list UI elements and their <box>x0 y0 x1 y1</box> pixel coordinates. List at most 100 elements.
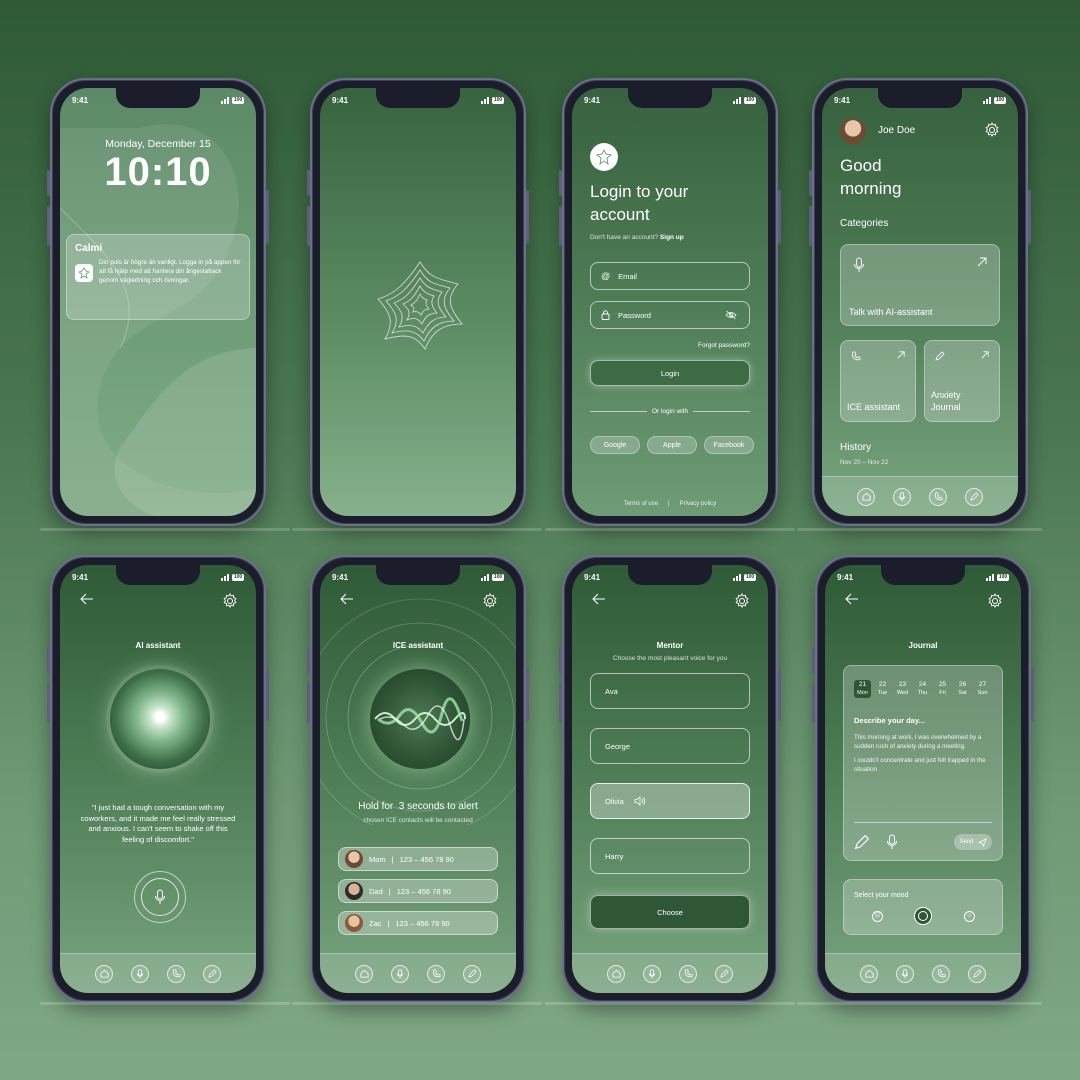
ice-contact-row[interactable]: Dad | 123 – 456 78 90 <box>338 879 498 903</box>
google-login-button[interactable]: Google <box>590 436 640 454</box>
pencil-icon[interactable] <box>854 834 870 850</box>
ice-contact-row[interactable]: Mom | 123 – 456 78 90 <box>338 847 498 871</box>
ai-card-label: Talk with AI-assistant <box>849 307 933 317</box>
nav-phone-button[interactable] <box>167 964 185 983</box>
nav-home-button[interactable] <box>95 964 113 983</box>
day-selector: 21 Mon 22 Tue 23 Wed 24 Thu 25 Fri 26 Sat 27 Su… <box>854 680 994 698</box>
voice-option-selected[interactable]: Olivia <box>590 783 750 819</box>
microphone-icon[interactable] <box>886 834 898 850</box>
status-icons: 100 <box>986 573 1009 581</box>
nav-phone-button[interactable] <box>427 964 445 983</box>
nav-mic-button[interactable] <box>893 487 911 506</box>
phone-journal: 9:41 100 Journal 21 Mon 22 Tue 23 Wed 24 Thu… <box>812 555 1034 1003</box>
voice-option[interactable]: Harry <box>590 838 750 874</box>
nav-phone-button[interactable] <box>679 964 697 983</box>
settings-gear-icon[interactable] <box>734 593 750 609</box>
microphone-icon <box>396 968 404 978</box>
contact-avatar <box>345 882 363 900</box>
back-arrow-icon[interactable] <box>845 593 859 605</box>
voice-option[interactable]: George <box>590 728 750 764</box>
nav-home-button[interactable] <box>355 964 373 983</box>
day-item[interactable]: 23 Wed <box>894 680 911 698</box>
user-avatar[interactable] <box>840 118 866 144</box>
nav-journal-button[interactable] <box>968 964 986 983</box>
nav-home-button[interactable] <box>607 964 625 983</box>
nav-phone-button[interactable] <box>929 487 947 506</box>
floor-shadow <box>797 528 1042 531</box>
apple-login-button[interactable]: Apple <box>647 436 697 454</box>
ai-assistant-card[interactable]: Talk with AI-assistant <box>840 244 1000 326</box>
password-field[interactable]: Password <box>590 301 750 329</box>
home-screen: 9:41 100 Joe Doe Good morning Categories… <box>822 88 1018 516</box>
nav-mic-button[interactable] <box>896 964 914 983</box>
privacy-link[interactable]: Privacy policy <box>680 501 717 507</box>
nav-journal-button[interactable] <box>203 964 221 983</box>
send-button[interactable]: Send <box>954 834 992 850</box>
phone-icon <box>934 492 942 501</box>
ice-assistant-card[interactable]: ICE assistant <box>840 340 916 422</box>
settings-gear-icon[interactable] <box>482 593 498 609</box>
day-item[interactable]: 22 Tue <box>874 680 891 698</box>
back-arrow-icon[interactable] <box>80 593 94 605</box>
nav-home-button[interactable] <box>860 964 878 983</box>
eye-off-icon[interactable] <box>725 310 737 320</box>
bottom-nav <box>572 953 768 993</box>
voice-record-button[interactable] <box>134 871 186 923</box>
happy-face-icon[interactable]: ☺ <box>964 911 975 922</box>
forgot-password-link[interactable]: Forgot password? <box>698 342 750 349</box>
status-icons: 100 <box>481 96 504 104</box>
nav-journal-button[interactable] <box>715 964 733 983</box>
speaker-icon <box>634 796 645 806</box>
ai-orb <box>110 669 210 769</box>
nav-journal-button[interactable] <box>965 487 983 506</box>
voice-option[interactable]: Ava <box>590 673 750 709</box>
notification-card[interactable]: Calmi Din puls är högre än vanligt. Logg… <box>66 234 250 320</box>
login-screen: 9:41 100 Login to your account Don't hav… <box>572 88 768 516</box>
screen-title: Journal <box>908 641 938 650</box>
nav-journal-button[interactable] <box>463 964 481 983</box>
contact-avatar <box>345 850 363 868</box>
back-arrow-icon[interactable] <box>340 593 354 605</box>
settings-gear-icon[interactable] <box>984 122 1000 138</box>
signup-link[interactable]: Sign up <box>660 234 684 241</box>
ai-assistant-screen: 9:41 100 AI assistant "I just had a toug… <box>60 565 256 993</box>
microphone-icon <box>155 889 165 904</box>
home-icon <box>359 969 369 978</box>
email-field[interactable]: @ Email <box>590 262 750 290</box>
settings-gear-icon[interactable] <box>987 593 1003 609</box>
back-arrow-icon[interactable] <box>592 593 606 605</box>
email-placeholder: Email <box>618 271 637 281</box>
contact-name: Mom <box>369 854 386 864</box>
choose-button[interactable]: Choose <box>590 895 750 929</box>
sad-face-icon[interactable]: ☹ <box>872 911 883 922</box>
journal-entry-text[interactable]: This morning at work, I was overwhelmed … <box>854 734 988 774</box>
contact-phone: 123 – 456 78 90 <box>396 886 451 896</box>
mood-card: Select your mood ☹ ☺ <box>843 879 1003 935</box>
terms-link[interactable]: Terms of use <box>624 501 658 507</box>
lock-screen: 9:41 100 Monday, December 15 10:10 Calmi… <box>60 88 256 516</box>
hold-instruction: Hold for 3 seconds to alert <box>358 801 478 812</box>
neutral-face-icon[interactable] <box>914 907 932 925</box>
day-item[interactable]: 27 Sun <box>974 680 991 698</box>
nav-home-button[interactable] <box>857 487 875 506</box>
day-item-selected[interactable]: 21 Mon <box>854 680 871 698</box>
day-item[interactable]: 26 Sat <box>954 680 971 698</box>
nav-phone-button[interactable] <box>932 964 950 983</box>
phone-icon <box>851 351 861 361</box>
nav-mic-button[interactable] <box>131 964 149 983</box>
arrow-up-right-icon <box>897 351 905 359</box>
phone-splash: 9:41 100 <box>307 78 529 526</box>
settings-gear-icon[interactable] <box>222 593 238 609</box>
day-item[interactable]: 25 Fri <box>934 680 951 698</box>
nav-mic-button[interactable] <box>643 964 661 983</box>
day-item[interactable]: 24 Thu <box>914 680 931 698</box>
login-button[interactable]: Login <box>590 360 750 386</box>
home-icon <box>99 969 109 978</box>
phone-lock-screen: 9:41 100 Monday, December 15 10:10 Calmi… <box>47 78 269 526</box>
bottom-nav <box>825 953 1021 993</box>
ice-contact-row[interactable]: Zac | 123 – 456 78 90 <box>338 911 498 935</box>
nav-mic-button[interactable] <box>391 964 409 983</box>
anxiety-journal-card[interactable]: Anxiety Journal <box>924 340 1000 422</box>
facebook-login-button[interactable]: Facebook <box>704 436 754 454</box>
floor-shadow <box>545 1002 795 1005</box>
